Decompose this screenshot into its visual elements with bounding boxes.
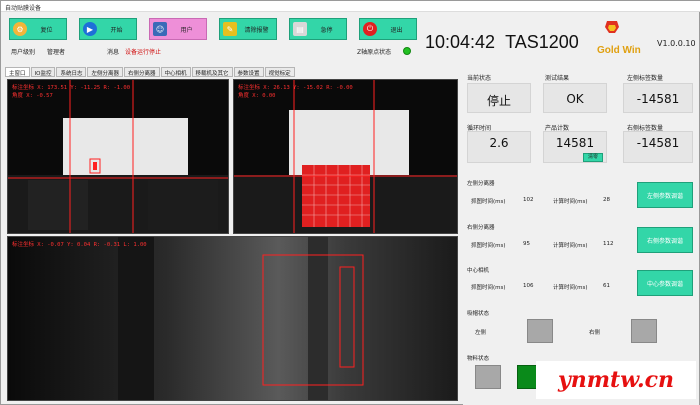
reset-button[interactable]: ⚙ 复位 [9,18,67,40]
right-grab-time-label: 抓图时间(ms) [471,243,506,249]
material-status-title: 物料状态 [467,356,490,362]
clear-alarm-button[interactable]: ✎ 清除报警 [219,18,277,40]
exit-button[interactable]: ⏻ 退出 [359,18,417,40]
suction-right-label: 右侧 [589,330,601,336]
z-axis-status-indicator [403,47,411,55]
version-label: V1.0.0.10 [657,39,696,48]
center-grab-time-value: 106 [523,283,534,289]
power-icon: ⏻ [363,22,377,36]
left-calc-time-label: 计算时间(ms) [553,199,588,205]
status-value: 停止 [486,94,511,108]
center-calc-time-value: 61 [603,283,610,289]
broom-icon: ✎ [223,22,237,36]
emergency-stop-button[interactable]: ▤ 急停 [289,18,347,40]
cycle-time-value: 2.6 [489,136,509,150]
window-title: 自动贴膜设备 [5,5,42,12]
watermark: ynmtw.cn [536,361,696,399]
camera-view-right: 标注坐标 X: 26.13 Y: -15.02 R: -0.00 角度 X: 0… [233,79,458,234]
left-view-angle: 角度 X: -0.57 [12,93,53,99]
suction-status-title: 吸帽状态 [467,311,490,317]
user-level-value: 管理者 [47,49,66,56]
brand-logo: Gold Win [597,19,647,61]
user-button[interactable]: ☺ 用户 [149,18,207,40]
message-label: 消息 [107,49,120,56]
camera-view-left: 标注坐标 X: 173.51 Y: -11.25 R: -1.00 角度 X: … [7,79,229,234]
right-param-tune-button[interactable]: 右侧参数调谐 [637,227,693,253]
right-calc-time-value: 112 [603,241,614,247]
right-view-coords: 标注坐标 X: 26.13 Y: -15.02 R: -0.00 [238,85,353,91]
left-calc-time-value: 28 [603,197,610,203]
tab-system-log[interactable]: 系统日志 [56,67,87,77]
left-view-coords: 标注坐标 X: 173.51 Y: -11.25 R: -1.00 [12,85,131,91]
right-separator-title: 右侧分离器 [467,225,495,231]
suction-left-label: 左侧 [475,330,487,336]
title-bar: 自动贴膜设备 [1,1,700,12]
reset-icon: ⚙ [13,22,27,36]
left-param-tune-button[interactable]: 左侧参数调谐 [637,182,693,208]
right-label-count-value: -14581 [636,136,680,150]
left-label-count-label: 左侧标签数量 [627,75,664,82]
center-grab-time-label: 抓图时间(ms) [471,285,506,291]
clear-count-button[interactable]: 清零 [583,153,603,162]
test-result-value: OK [566,92,584,106]
status-label: 当前状态 [467,75,492,82]
left-separator-title: 左侧分离器 [467,181,495,187]
stop-icon: ▤ [293,22,307,36]
tab-main[interactable]: 主窗口 [5,67,30,77]
app-window: 自动贴膜设备 ⚙ 复位 ▶ 开始 ☺ 用户 ✎ 清除报警 ▤ 急停 ⏻ 退出 用… [0,0,700,405]
center-view-coords: 标注坐标 X: -0.07 Y: 0.04 R: -0.31 L: 1.00 [12,242,147,248]
tab-vision-calibration[interactable]: 视觉标定 [264,67,295,77]
suction-left-indicator [527,319,553,343]
tab-left-separator[interactable]: 左侧分离器 [87,67,123,77]
left-label-count-value: -14581 [636,92,680,106]
right-calc-time-label: 计算时间(ms) [553,243,588,249]
tab-parameter-settings[interactable]: 参数设置 [233,67,264,77]
message-value: 设备运行停止 [125,49,162,56]
product-count-value: 14581 [555,136,595,150]
right-grab-time-value: 95 [523,241,530,247]
material-indicator-1 [475,365,501,389]
user-icon: ☺ [153,22,167,36]
tab-bar: 主窗口 IO监控 系统日志 左侧分离器 右侧分离器 中心相机 移载机及其它 参数… [5,67,296,77]
right-view-angle: 角度 X: 0.00 [238,93,276,99]
play-icon: ▶ [83,22,97,36]
brand-name: Gold Win [597,45,641,56]
left-grab-time-label: 抓图时间(ms) [471,199,506,205]
center-camera-title: 中心相机 [467,268,490,274]
test-result-label: 测试结果 [545,75,570,82]
start-button[interactable]: ▶ 开始 [79,18,137,40]
status-panel: 当前状态 停止 测试结果 OK 左侧标签数量 -14581 循环时间 2.6 产… [463,65,699,405]
z-axis-label: Z轴原点状态 [357,49,392,56]
center-param-tune-button[interactable]: 中心参数调谐 [637,270,693,296]
left-grab-time-value: 102 [523,197,534,203]
tab-transfer-machine[interactable]: 移载机及其它 [191,67,233,77]
camera-view-center: 标注坐标 X: -0.07 Y: 0.04 R: -0.31 L: 1.00 [7,236,458,401]
clock-display: 10:04:42 TAS1200 [425,32,579,52]
user-level-label: 用户级别 [11,49,36,56]
center-calc-time-label: 计算时间(ms) [553,285,588,291]
tab-right-separator[interactable]: 右侧分离器 [124,67,160,77]
suction-right-indicator [631,319,657,343]
tab-center-camera[interactable]: 中心相机 [160,67,191,77]
tab-io-monitor[interactable]: IO监控 [30,67,56,77]
